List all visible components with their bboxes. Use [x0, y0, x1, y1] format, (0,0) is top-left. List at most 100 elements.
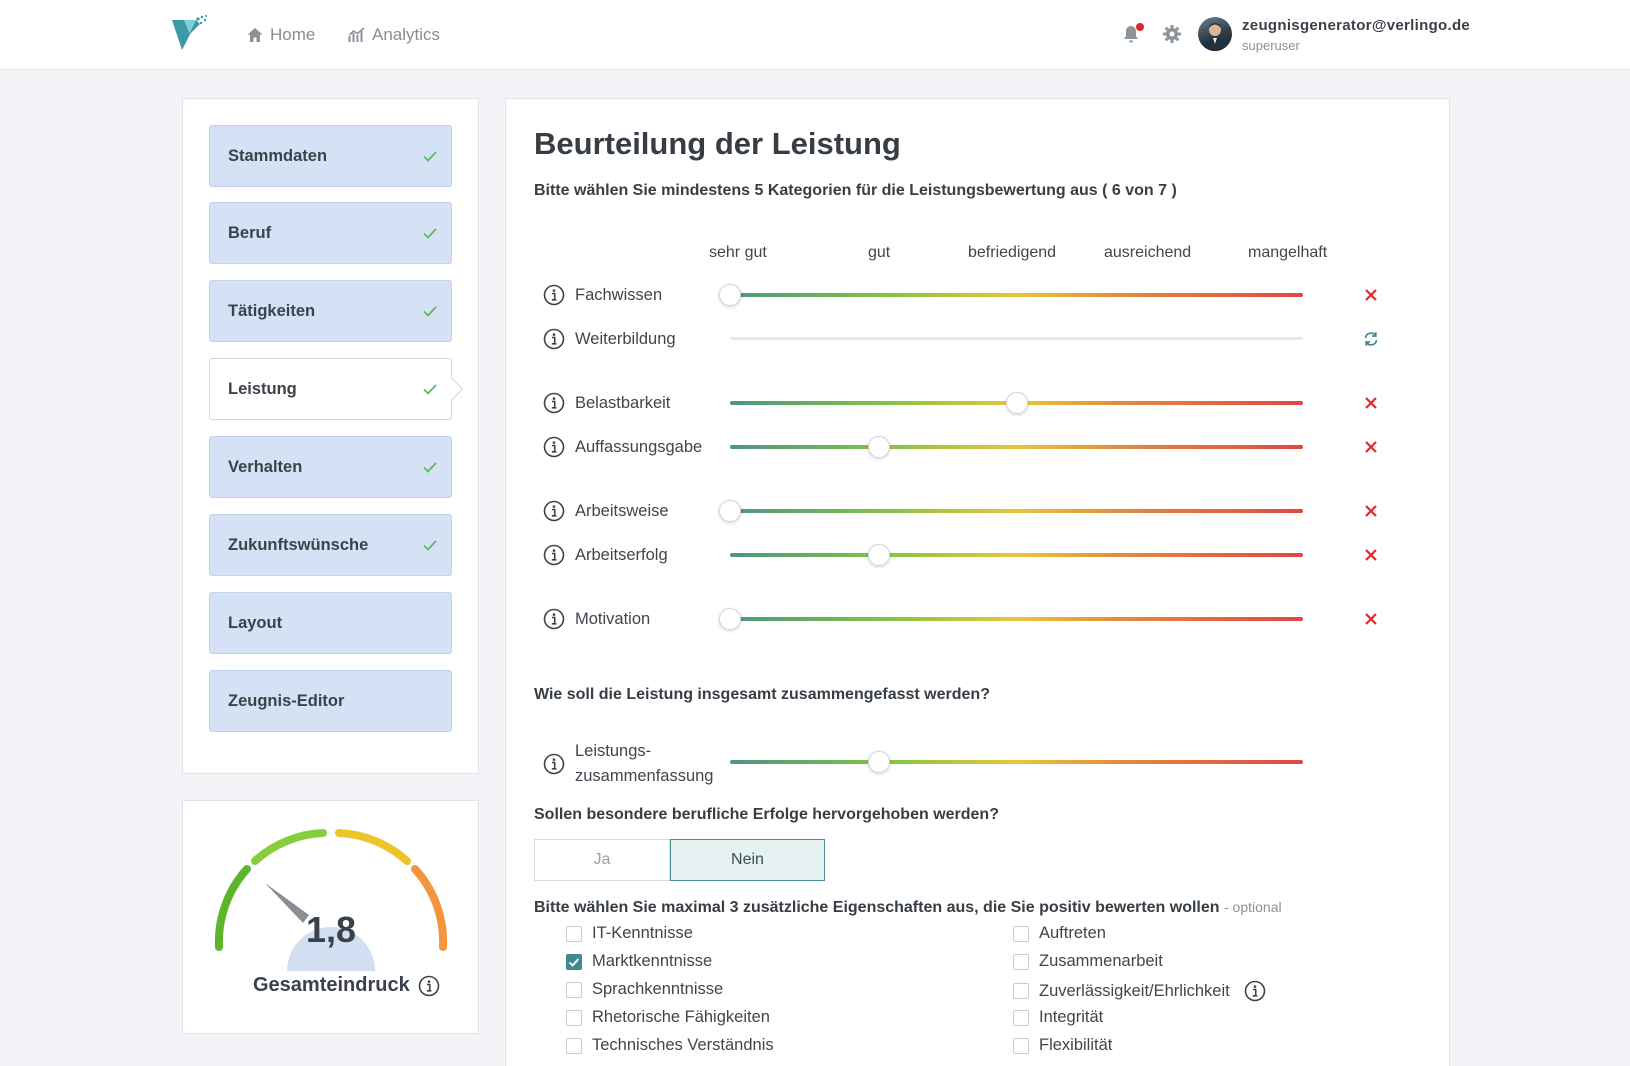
slider-thumb[interactable]: [719, 608, 741, 630]
info-icon[interactable]: [1244, 980, 1266, 1002]
checkbox-label: Rhetorische Fähigkeiten: [592, 1008, 770, 1026]
slider-thumb[interactable]: [867, 544, 890, 566]
info-icon[interactable]: [543, 544, 565, 566]
remove-category-icon[interactable]: [1362, 438, 1380, 456]
checkmark-icon: [421, 302, 439, 320]
info-icon[interactable]: [418, 975, 440, 997]
remove-category-icon[interactable]: [1362, 546, 1380, 564]
nav-home-label: Home: [270, 25, 316, 44]
info-icon[interactable]: [543, 436, 565, 458]
rating-label: Fachwissen: [575, 285, 663, 304]
slider-thumb[interactable]: [719, 500, 741, 522]
step-zeugnis-editor[interactable]: Zeugnis-Editor: [209, 670, 452, 732]
step-stammdaten[interactable]: Stammdaten: [209, 125, 452, 187]
checkbox-flexibilitaet[interactable]: Flexibilität: [1013, 1036, 1112, 1055]
toggle-nein-button[interactable]: Nein: [670, 839, 825, 881]
performance-assessment-panel: Beurteilung der Leistung Bitte wählen Si…: [505, 98, 1450, 1066]
rating-slider-motivation[interactable]: [719, 608, 1303, 630]
info-icon[interactable]: [543, 284, 565, 306]
step-taetigkeiten[interactable]: Tätigkeiten: [209, 280, 452, 342]
step-verhalten[interactable]: Verhalten: [209, 436, 452, 498]
checkbox-label: Marktkenntnisse: [592, 952, 713, 970]
info-icon[interactable]: [543, 328, 565, 350]
notifications-button[interactable]: [1120, 23, 1144, 45]
rating-row-arbeitsweise: Arbeitsweise: [543, 500, 669, 522]
rating-row-weiterbildung: Weiterbildung: [543, 328, 676, 350]
reset-category-icon[interactable]: [1362, 330, 1380, 348]
rating-row-fachwissen: Fachwissen: [543, 284, 662, 306]
rating-slider-belastbarkeit[interactable]: [730, 392, 1303, 414]
scale-label-gut: gut: [868, 244, 891, 261]
step-beruf[interactable]: Beruf: [209, 202, 452, 264]
checkbox-icon[interactable]: [566, 1037, 582, 1054]
slider-thumb[interactable]: [867, 436, 890, 458]
checkbox-rhetorische-faehigkeiten[interactable]: Rhetorische Fähigkeiten: [566, 1008, 770, 1027]
checkmark-icon: [421, 536, 439, 554]
rating-slider-fachwissen[interactable]: [719, 284, 1303, 306]
gauge-segment-orange: [411, 865, 448, 951]
checkmark-icon: [421, 224, 439, 242]
info-icon[interactable]: [543, 500, 565, 522]
settings-button[interactable]: [1161, 23, 1183, 45]
nav-analytics[interactable]: Analytics: [348, 22, 440, 48]
user-role: superuser: [1242, 38, 1300, 53]
remove-category-icon[interactable]: [1362, 610, 1380, 628]
info-icon[interactable]: [543, 608, 565, 630]
checkbox-zusammenarbeit[interactable]: Zusammenarbeit: [1013, 952, 1163, 971]
step-leistung[interactable]: Leistung: [209, 358, 464, 420]
slider-thumb[interactable]: [1005, 392, 1028, 414]
nav-home[interactable]: Home: [246, 22, 315, 48]
checkbox-icon[interactable]: [1013, 953, 1029, 970]
success-question: Sollen besondere berufliche Erfolge herv…: [534, 806, 999, 823]
step-label: Zeugnis-Editor: [228, 691, 345, 710]
user-avatar[interactable]: [1198, 17, 1232, 51]
rating-slider-weiterbildung[interactable]: [730, 337, 1303, 340]
rating-slider-auffassungsgabe[interactable]: [730, 436, 1303, 458]
summary-label-line1: Leistungs-: [575, 742, 652, 760]
checkbox-label: Integrität: [1039, 1008, 1104, 1026]
checkbox-icon[interactable]: [1013, 1009, 1029, 1026]
checkbox-integritaet[interactable]: Integrität: [1013, 1008, 1103, 1027]
summary-slider-thumb[interactable]: [867, 751, 890, 773]
checkbox-sprachkenntnisse[interactable]: Sprachkenntnisse: [566, 980, 723, 999]
checkbox-technisches-verstaendnis[interactable]: Technisches Verständnis: [566, 1036, 774, 1055]
checkbox-icon[interactable]: [1013, 983, 1029, 999]
checkbox-icon[interactable]: [1013, 925, 1029, 942]
toggle-ja-button[interactable]: Ja: [534, 839, 670, 881]
checkbox-icon[interactable]: [566, 925, 582, 942]
verlingo-logo-icon[interactable]: [170, 14, 210, 54]
step-layout[interactable]: Layout: [209, 592, 452, 654]
rating-label: Belastbarkeit: [575, 393, 671, 412]
remove-category-icon[interactable]: [1362, 502, 1380, 520]
remove-category-icon[interactable]: [1362, 286, 1380, 304]
step-label: Beruf: [228, 223, 272, 242]
checkbox-it-kenntnisse[interactable]: IT-Kenntnisse: [566, 924, 693, 943]
info-icon[interactable]: [543, 392, 565, 414]
rating-label: Weiterbildung: [575, 329, 676, 348]
checkbox-label: Auftreten: [1039, 924, 1106, 942]
checkbox-auftreten[interactable]: Auftreten: [1013, 924, 1106, 943]
slider-thumb[interactable]: [719, 284, 741, 306]
step-zukunftswuensche[interactable]: Zukunftswünsche: [209, 514, 452, 576]
checkbox-zuverlaessigkeit-ehrlichkeit[interactable]: Zuverlässigkeit/Ehrlichkeit: [1013, 980, 1266, 1002]
checkbox-icon[interactable]: [566, 1009, 582, 1026]
step-label: Zukunftswünsche: [228, 535, 369, 554]
checkbox-checked-icon[interactable]: [566, 953, 582, 970]
checkmark-icon: [421, 458, 439, 476]
summary-label-line2: zusammenfassung: [575, 767, 714, 785]
scale-label-ausreichend: ausreichend: [1104, 244, 1192, 261]
remove-category-icon[interactable]: [1362, 394, 1380, 412]
summary-slider-track[interactable]: [730, 751, 1303, 773]
step-label: Tätigkeiten: [228, 301, 316, 320]
rating-slider-arbeitserfolg[interactable]: [730, 544, 1303, 566]
rating-label: Arbeitserfolg: [575, 545, 668, 564]
page-title: Beurteilung der Leistung: [534, 126, 901, 161]
checkbox-icon[interactable]: [566, 981, 582, 998]
checkbox-icon[interactable]: [1013, 1037, 1029, 1054]
success-toggle: Ja Nein: [534, 839, 825, 881]
checkbox-marktkenntnisse[interactable]: Marktkenntnisse: [566, 952, 712, 971]
gear-icon: [1163, 25, 1181, 43]
rating-slider-arbeitsweise[interactable]: [719, 500, 1303, 522]
info-icon[interactable]: [543, 753, 565, 775]
notification-badge: [1136, 23, 1144, 31]
